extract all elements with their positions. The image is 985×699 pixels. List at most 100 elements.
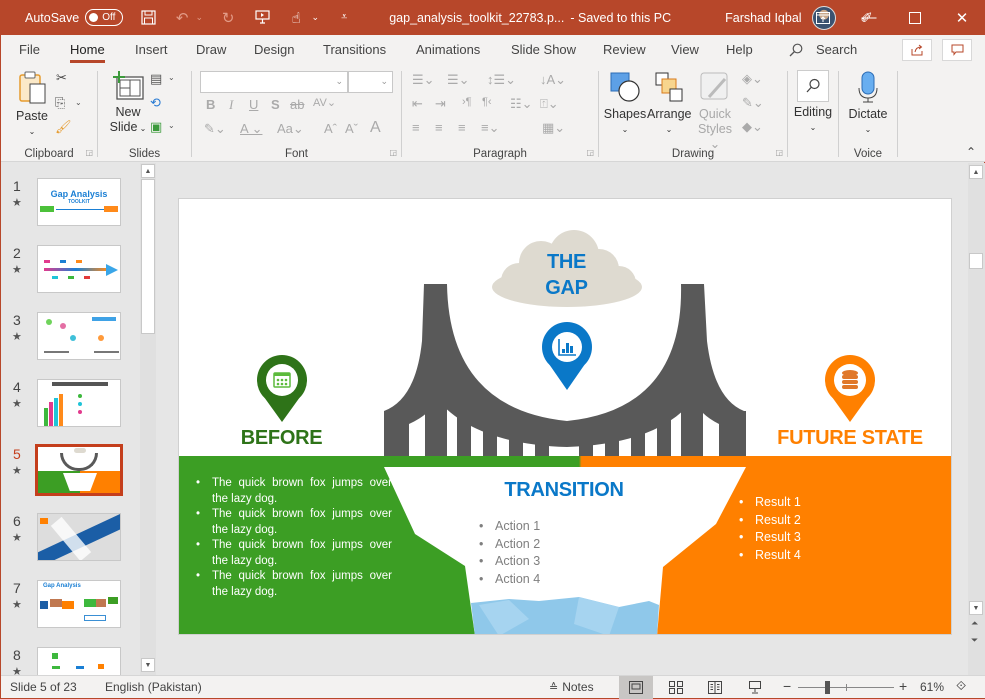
shape-effects-icon[interactable]: ◆⌄ bbox=[742, 119, 763, 135]
bullets-icon[interactable]: ☰⌄ bbox=[412, 72, 435, 88]
smartart-icon[interactable]: ▦⌄ bbox=[542, 120, 565, 136]
align-text-icon[interactable]: ⍐⌄ bbox=[540, 96, 559, 112]
language-indicator[interactable]: English (Pakistan) bbox=[105, 680, 202, 694]
columns-icon[interactable]: ☷⌄ bbox=[510, 96, 533, 112]
rtl-icon[interactable]: ¶‹ bbox=[482, 96, 492, 108]
decrease-font-icon[interactable]: Aˇ bbox=[345, 121, 358, 136]
bold-icon[interactable]: B bbox=[206, 97, 215, 112]
minimize-button[interactable]: — bbox=[846, 0, 892, 35]
collapse-ribbon-icon[interactable]: ⌃ bbox=[966, 145, 976, 159]
scroll-down-button[interactable]: ▼ bbox=[969, 601, 983, 615]
scroll-up-button[interactable]: ▲ bbox=[969, 165, 983, 179]
notes-button[interactable]: ≙ Notes bbox=[549, 680, 594, 694]
reset-slide-icon[interactable]: ⟲ bbox=[150, 95, 161, 111]
align-left-icon[interactable]: ≡ bbox=[412, 120, 420, 135]
highlight-icon[interactable]: ✎⌄ bbox=[204, 121, 226, 137]
thumbnail-item[interactable]: 8 ★ bbox=[2, 647, 142, 675]
close-button[interactable]: ✕ bbox=[939, 0, 985, 35]
canvas-scrollbar[interactable]: ▲ ▼ ⏶ ⏷ bbox=[968, 163, 985, 675]
editing-button[interactable]: Editing ⌄ bbox=[792, 70, 834, 135]
next-slide-icon[interactable]: ⏷ bbox=[971, 635, 978, 646]
thumbnail-item[interactable]: 1 ★ Gap Analysis TOOLKIT bbox=[2, 178, 142, 238]
font-color-icon[interactable]: A ⌄ bbox=[240, 121, 262, 137]
slide-thumbnail[interactable]: Gap Analysis TOOLKIT bbox=[37, 178, 121, 226]
increase-indent-icon[interactable]: ⇥ bbox=[435, 96, 446, 112]
scroll-down-button[interactable]: ▼ bbox=[141, 658, 155, 672]
paste-button[interactable]: Paste ⌄ bbox=[15, 71, 49, 139]
zoom-in-button[interactable]: + bbox=[899, 678, 907, 694]
thumbnail-item[interactable]: 6 ★ bbox=[2, 513, 142, 573]
save-icon[interactable] bbox=[139, 10, 157, 25]
previous-slide-icon[interactable]: ⏶ bbox=[971, 618, 978, 629]
tab-help[interactable]: Help bbox=[726, 35, 753, 65]
cut-icon[interactable]: ✂ bbox=[56, 70, 67, 86]
quick-styles-button[interactable]: Quick Styles ⌄ bbox=[693, 71, 737, 152]
format-painter-icon[interactable]: 🖌 bbox=[55, 119, 72, 135]
text-direction-icon[interactable]: ↓A⌄ bbox=[540, 72, 566, 88]
copy-dropdown-icon[interactable]: ⌄ bbox=[75, 98, 82, 107]
section-dropdown-icon[interactable]: ⌄ bbox=[168, 121, 175, 130]
strikethrough-icon[interactable]: ab bbox=[290, 97, 304, 112]
thumbnail-item[interactable]: 7 ★ Gap Analysis bbox=[2, 580, 142, 640]
tab-transitions[interactable]: Transitions bbox=[323, 35, 386, 65]
copy-icon[interactable]: ⎘ bbox=[55, 95, 65, 111]
reading-view-button[interactable] bbox=[698, 676, 732, 699]
redo-icon[interactable]: ↻ bbox=[219, 9, 237, 27]
tab-view[interactable]: View bbox=[671, 35, 699, 65]
increase-font-icon[interactable]: Aˆ bbox=[324, 121, 337, 136]
italic-icon[interactable]: I bbox=[229, 97, 233, 113]
character-spacing-icon[interactable]: AV⌄ bbox=[313, 96, 336, 109]
customize-toolbar-icon[interactable]: ⩡ bbox=[335, 11, 353, 24]
tab-insert[interactable]: Insert bbox=[135, 35, 168, 65]
underline-icon[interactable]: U bbox=[249, 97, 258, 112]
touch-mode-icon[interactable]: ☝ bbox=[287, 9, 305, 27]
slide-thumbnail[interactable] bbox=[37, 647, 121, 675]
layout-dropdown-icon[interactable]: ⌄ bbox=[168, 73, 175, 82]
slide-thumbnail[interactable] bbox=[37, 312, 121, 360]
scroll-thumb[interactable] bbox=[141, 179, 155, 334]
tab-draw[interactable]: Draw bbox=[196, 35, 226, 65]
scroll-thumb[interactable] bbox=[969, 253, 983, 269]
slide-thumbnail[interactable] bbox=[37, 245, 121, 293]
new-slide-button[interactable]: New Slide ⌄ bbox=[108, 71, 148, 136]
drawing-launcher-icon[interactable]: ◲ bbox=[775, 148, 783, 157]
fit-slide-icon[interactable]: ⟐ bbox=[956, 678, 966, 694]
comments-button[interactable] bbox=[942, 39, 972, 61]
thumbnail-scrollbar[interactable]: ▲ ▼ bbox=[140, 163, 156, 675]
share-button[interactable] bbox=[902, 39, 932, 61]
undo-dropdown-icon[interactable]: ⌄ bbox=[195, 12, 203, 23]
font-size-combo[interactable]: ⌄ bbox=[348, 71, 393, 93]
clipboard-launcher-icon[interactable]: ◲ bbox=[85, 148, 93, 157]
change-case-icon[interactable]: Aa⌄ bbox=[277, 121, 304, 137]
touch-dropdown-icon[interactable]: ⌄ bbox=[311, 12, 319, 23]
search-box[interactable]: Search bbox=[789, 42, 857, 57]
dictate-button[interactable]: Dictate ⌄ bbox=[845, 71, 891, 137]
maximize-button[interactable] bbox=[892, 0, 938, 35]
clear-formatting-icon[interactable]: A bbox=[370, 119, 381, 137]
justify-icon[interactable]: ≡⌄ bbox=[481, 120, 499, 136]
align-right-icon[interactable]: ≡ bbox=[458, 120, 466, 135]
layout-icon[interactable]: ▤ bbox=[150, 71, 162, 87]
scroll-up-button[interactable]: ▲ bbox=[141, 164, 155, 178]
thumbnail-item[interactable]: 4 ★ bbox=[2, 379, 142, 439]
thumbnail-item[interactable]: 2 ★ bbox=[2, 245, 142, 305]
zoom-slider-thumb[interactable] bbox=[824, 681, 830, 694]
present-from-start-icon[interactable] bbox=[253, 10, 271, 25]
tab-review[interactable]: Review bbox=[603, 35, 646, 65]
section-icon[interactable]: ▣ bbox=[150, 119, 162, 135]
undo-icon[interactable]: ↶ bbox=[173, 9, 191, 27]
arrange-button[interactable]: Arrange ⌄ bbox=[647, 71, 691, 137]
tab-home[interactable]: Home bbox=[70, 35, 105, 65]
shape-outline-icon[interactable]: ✎⌄ bbox=[742, 95, 764, 111]
thumbnail-item[interactable]: 3 ★ bbox=[2, 312, 142, 372]
slide-thumbnail-active[interactable] bbox=[35, 444, 123, 496]
tab-design[interactable]: Design bbox=[254, 35, 294, 65]
shape-fill-icon[interactable]: ◈⌄ bbox=[742, 71, 763, 87]
ribbon-display-options-icon[interactable] bbox=[800, 0, 846, 35]
center-icon[interactable]: ≡ bbox=[435, 120, 443, 135]
shadow-icon[interactable]: S bbox=[271, 97, 280, 112]
thumbnail-item[interactable]: 5 ★ bbox=[2, 444, 142, 506]
ltr-icon[interactable]: ›¶ bbox=[462, 96, 472, 108]
decrease-indent-icon[interactable]: ⇤ bbox=[412, 96, 423, 112]
paragraph-launcher-icon[interactable]: ◲ bbox=[586, 148, 594, 157]
